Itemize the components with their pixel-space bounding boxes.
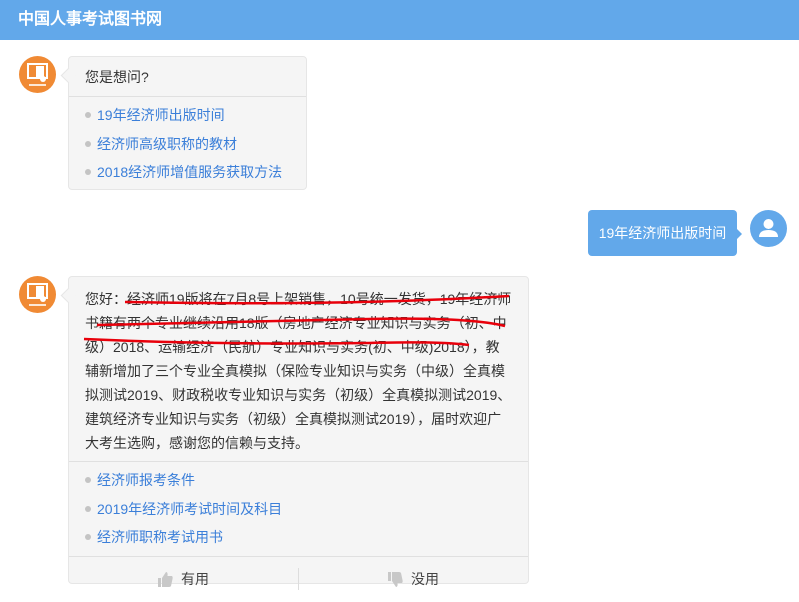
useful-label: 有用 <box>181 571 209 587</box>
suggestion-bubble: 您是想问? 19年经济师出版时间 经济师高级职称的教材 2018经济师增值服务获… <box>68 56 307 190</box>
bot-avatar <box>19 56 56 93</box>
book-icon <box>27 283 48 306</box>
user-avatar <box>750 210 787 247</box>
answer-text: 您好：经济师19版将在7月8号上架销售，10号统一发货，19年经济师书籍有两个专… <box>85 291 512 451</box>
suggestion-link[interactable]: 经济师高级职称的教材 <box>85 130 290 159</box>
thumbs-up-icon <box>158 571 173 587</box>
thumbs-down-icon <box>388 571 403 587</box>
suggestion-link[interactable]: 2018经济师增值服务获取方法 <box>85 158 290 187</box>
suggestion-label: 经济师职称考试用书 <box>97 529 223 546</box>
suggestion-link[interactable]: 经济师职称考试用书 <box>85 523 512 552</box>
suggestion-link[interactable]: 经济师报考条件 <box>85 466 512 495</box>
useless-label: 没用 <box>411 571 439 587</box>
question-prompt: 您是想问? <box>69 57 306 97</box>
answer-bubble: 您好：经济师19版将在7月8号上架销售，10号统一发货，19年经济师书籍有两个专… <box>68 276 529 590</box>
bullet-icon <box>85 505 91 512</box>
user-message: 19年经济师出版时间 <box>588 210 742 256</box>
useless-button[interactable]: 没用 <box>299 569 528 589</box>
bullet-icon <box>85 534 91 541</box>
suggestion-label: 经济师高级职称的教材 <box>97 135 237 152</box>
site-header: 中国人事考试图书网 <box>0 0 799 40</box>
bullet-icon <box>85 169 91 176</box>
suggestion-label: 经济师报考条件 <box>97 472 195 489</box>
suggestion-label: 2019年经济师考试时间及科目 <box>97 500 283 517</box>
bullet-icon <box>85 140 91 147</box>
bullet-icon <box>85 112 91 119</box>
suggestion-label: 19年经济师出版时间 <box>97 107 225 124</box>
suggestion-label: 2018经济师增值服务获取方法 <box>97 164 283 181</box>
suggestion-link[interactable]: 19年经济师出版时间 <box>85 101 290 130</box>
bullet-icon <box>85 477 91 484</box>
bot-avatar <box>19 276 56 313</box>
suggestion-link[interactable]: 2019年经济师考试时间及科目 <box>85 495 512 524</box>
user-icon <box>759 219 778 237</box>
useful-button[interactable]: 有用 <box>69 569 298 589</box>
book-icon <box>27 63 48 86</box>
